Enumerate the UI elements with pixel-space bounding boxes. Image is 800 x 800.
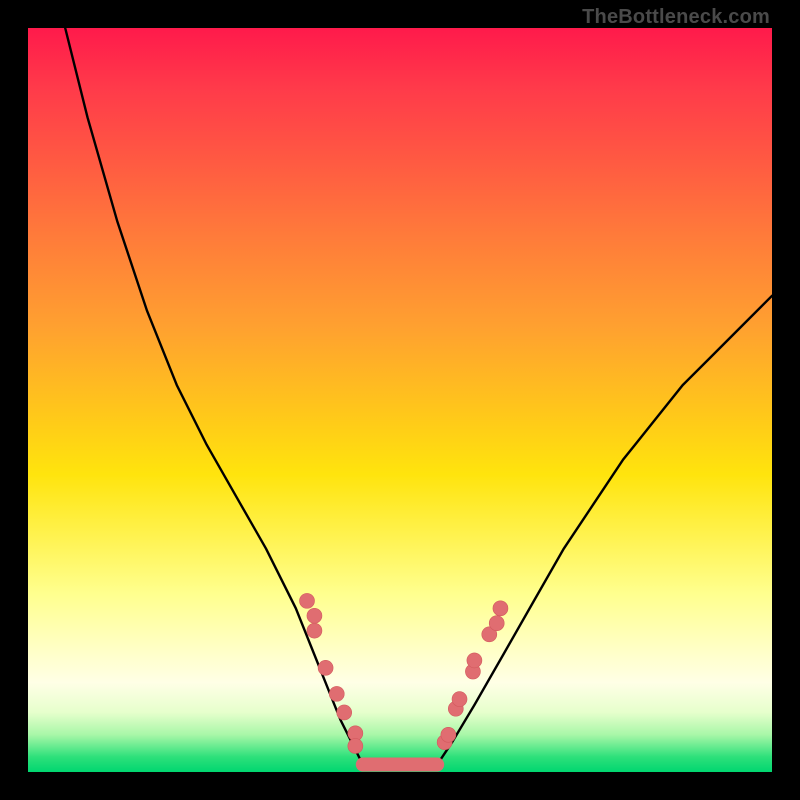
data-marker — [489, 616, 504, 631]
marker-group-right — [437, 601, 508, 750]
watermark-text: TheBottleneck.com — [582, 6, 770, 29]
curve-left — [65, 28, 363, 765]
data-marker — [318, 660, 333, 675]
data-marker — [441, 727, 456, 742]
data-marker — [307, 608, 322, 623]
data-marker — [452, 692, 467, 707]
curve-group — [65, 28, 772, 765]
data-marker — [300, 593, 315, 608]
data-marker — [329, 686, 344, 701]
data-marker — [337, 705, 352, 720]
chart-frame: TheBottleneck.com — [0, 0, 800, 800]
data-marker — [467, 653, 482, 668]
curve-right — [437, 296, 772, 765]
chart-overlay — [28, 28, 772, 772]
data-marker — [348, 738, 363, 753]
marker-group-left — [300, 593, 363, 753]
data-marker — [493, 601, 508, 616]
data-marker — [307, 623, 322, 638]
